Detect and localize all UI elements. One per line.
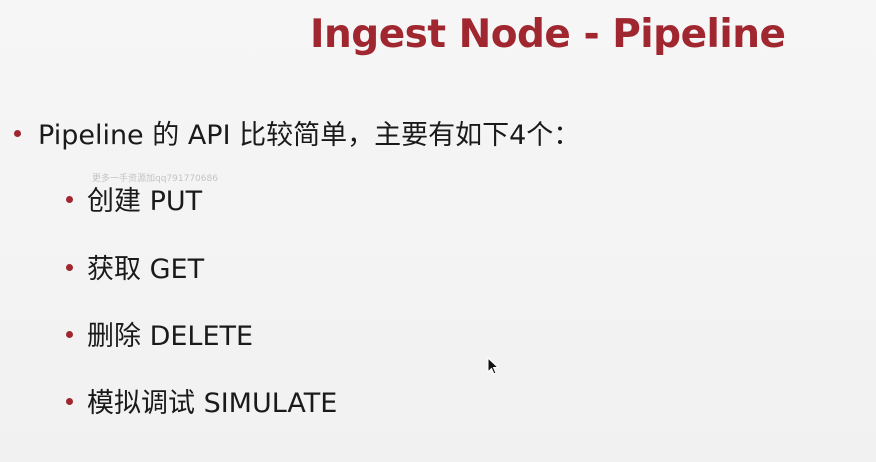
main-bullet-text: Pipeline 的 API 比较简单，主要有如下4个：	[38, 120, 581, 151]
mouse-pointer-icon	[487, 357, 499, 375]
sub-bullet-text: 删除 DELETE	[87, 321, 254, 352]
sub-bullet-put: 创建 PUT	[66, 179, 202, 218]
sub-bullet-text: 获取 GET	[87, 254, 205, 285]
main-bullet: Pipeline 的 API 比较简单，主要有如下4个：	[14, 113, 580, 152]
bullet-dot-icon	[66, 398, 73, 405]
sub-bullet-simulate: 模拟调试 SIMULATE	[66, 381, 337, 420]
bullet-dot-icon	[66, 331, 73, 338]
sub-bullet-text: 创建 PUT	[87, 186, 203, 217]
sub-bullet-text: 模拟调试 SIMULATE	[87, 388, 338, 419]
sub-bullet-delete: 删除 DELETE	[66, 314, 253, 353]
slide-title: Ingest Node - Pipeline	[310, 12, 786, 57]
sub-bullet-get: 获取 GET	[66, 247, 204, 286]
slide: Ingest Node - Pipeline Pipeline 的 API 比较…	[0, 0, 876, 462]
bullet-dot-icon	[14, 130, 21, 137]
bullet-dot-icon	[66, 196, 73, 203]
bullet-dot-icon	[66, 264, 73, 271]
